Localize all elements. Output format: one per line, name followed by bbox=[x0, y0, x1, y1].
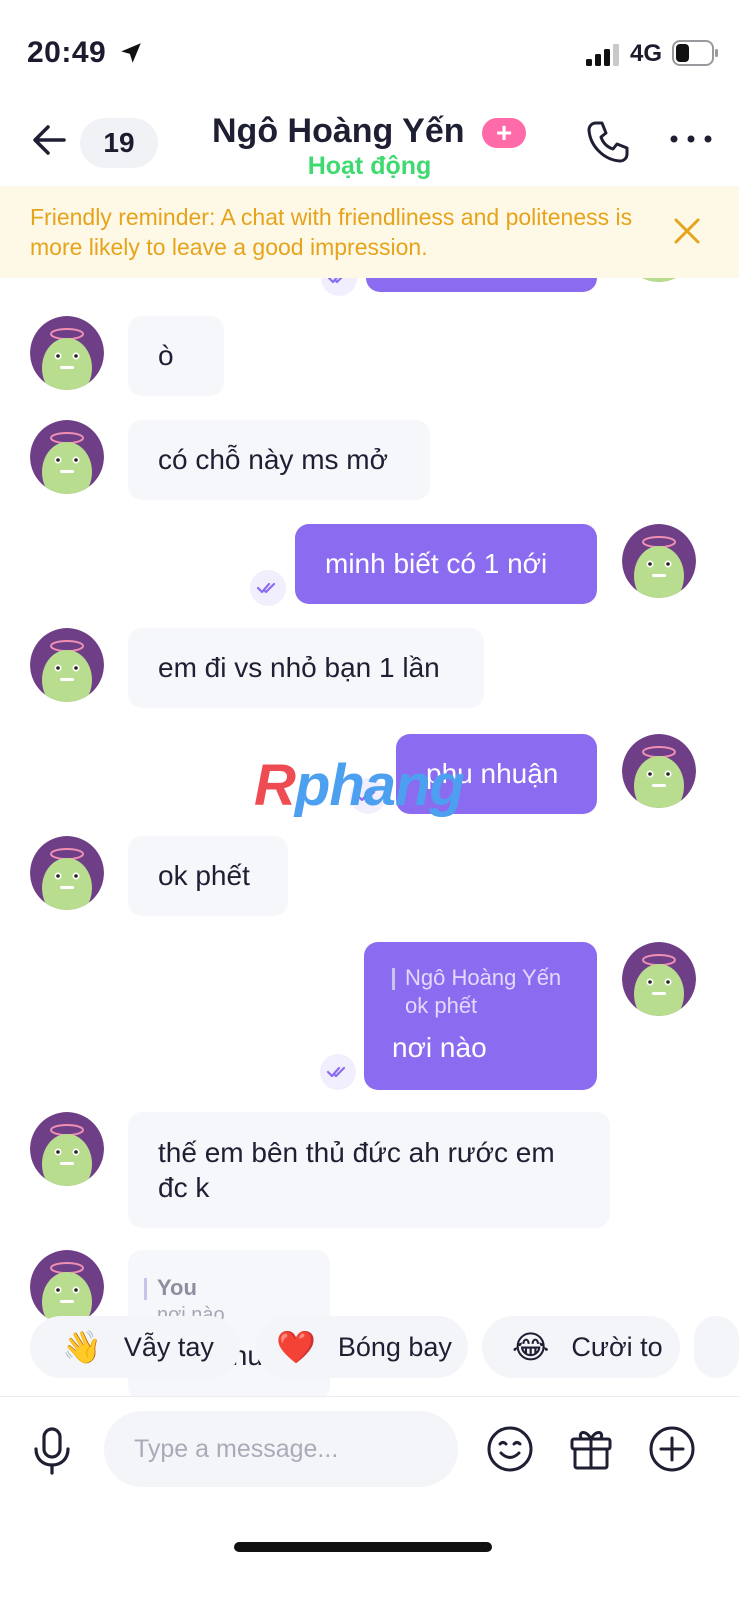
emoji-face-icon[interactable] bbox=[486, 1425, 534, 1473]
quote-block: Ngô Hoàng Yến bbox=[392, 964, 569, 992]
chat-header: 19 Ngô Hoàng Yến + Hoạt động bbox=[0, 104, 739, 186]
avatar[interactable] bbox=[622, 524, 696, 598]
microphone-icon[interactable] bbox=[32, 1427, 72, 1475]
avatar[interactable] bbox=[30, 1112, 104, 1186]
message-text: minh biết có 1 nới bbox=[325, 548, 548, 579]
gift-icon[interactable] bbox=[568, 1425, 614, 1471]
status-time: 20:49 bbox=[27, 36, 107, 69]
message-text: nơi nào bbox=[392, 1032, 487, 1063]
quick-reaction-bar: 👋 Vẫy tay ❤️ Bóng bay 😂 Cười to bbox=[0, 1316, 739, 1378]
reaction-chip-balloon[interactable]: ❤️ Bóng bay bbox=[256, 1316, 468, 1378]
double-check-icon bbox=[320, 1054, 356, 1090]
status-bar: 20:49 4G bbox=[0, 0, 739, 104]
avatar[interactable] bbox=[622, 942, 696, 1016]
reaction-label: Cười to bbox=[571, 1331, 663, 1362]
message-text: có chỗ này ms mở bbox=[158, 444, 388, 475]
message-bubble-in[interactable]: ok phết bbox=[128, 836, 288, 916]
message-text: ok phết bbox=[158, 860, 250, 891]
message-bubble-out[interactable]: minh biết có 1 nới bbox=[295, 524, 597, 604]
quote-author: Ngô Hoàng Yến bbox=[405, 965, 562, 990]
plus-badge: + bbox=[482, 118, 526, 148]
reaction-label: Vẫy tay bbox=[123, 1331, 214, 1362]
avatar[interactable] bbox=[30, 420, 104, 494]
phone-icon[interactable] bbox=[584, 118, 632, 166]
avatar[interactable] bbox=[30, 316, 104, 390]
heart-icon: ❤️ bbox=[276, 1329, 316, 1365]
message-bubble-in[interactable]: ò bbox=[128, 316, 224, 396]
message-list[interactable]: ò có chỗ này ms mở minh biết có 1 nới em… bbox=[0, 278, 739, 1424]
message-bubble-in[interactable]: có chỗ này ms mở bbox=[128, 420, 430, 500]
message-bubble-in[interactable]: thế em bên thủ đức ah rước em đc k bbox=[128, 1112, 610, 1228]
laugh-icon: 😂 bbox=[512, 1329, 550, 1365]
reaction-label: Bóng bay bbox=[337, 1331, 452, 1362]
reaction-chip-wave[interactable]: 👋 Vẫy tay bbox=[30, 1316, 240, 1378]
network-type: 4G bbox=[630, 40, 663, 67]
quote-author: You bbox=[157, 1275, 197, 1300]
message-bubble-out-reply[interactable]: Ngô Hoàng Yến ok phết nơi nào bbox=[364, 942, 597, 1090]
avatar[interactable] bbox=[30, 836, 104, 910]
quote-text: ok phết bbox=[405, 993, 478, 1018]
reaction-chip-laugh[interactable]: 😂 Cười to bbox=[482, 1316, 680, 1378]
friendly-reminder-banner: Friendly reminder: A chat with friendlin… bbox=[0, 186, 739, 278]
more-dots-icon[interactable] bbox=[668, 124, 714, 154]
wave-icon: 👋 bbox=[62, 1329, 102, 1365]
message-text: thế em bên thủ đức ah rước em đc k bbox=[158, 1137, 555, 1203]
home-indicator[interactable] bbox=[234, 1542, 492, 1552]
battery-icon bbox=[672, 40, 718, 66]
double-check-icon bbox=[321, 278, 357, 296]
avatar[interactable] bbox=[30, 628, 104, 702]
location-arrow-icon bbox=[121, 43, 141, 63]
reaction-chip-more[interactable] bbox=[694, 1316, 739, 1378]
signal-icon bbox=[586, 44, 619, 66]
double-check-icon bbox=[250, 570, 286, 606]
message-text: ò bbox=[158, 340, 174, 371]
quote-block: You bbox=[144, 1274, 314, 1302]
message-input[interactable] bbox=[104, 1411, 458, 1487]
message-composer bbox=[0, 1396, 739, 1516]
avatar[interactable] bbox=[30, 1250, 104, 1324]
avatar[interactable] bbox=[622, 734, 696, 808]
message-bubble-in[interactable]: em đi vs nhỏ bạn 1 lần bbox=[128, 628, 484, 708]
message-bubble-out[interactable] bbox=[366, 278, 597, 292]
avatar[interactable] bbox=[622, 278, 696, 282]
watermark-logo: Rphang bbox=[254, 753, 465, 818]
add-circle-icon[interactable] bbox=[648, 1425, 696, 1473]
message-text: em đi vs nhỏ bạn 1 lần bbox=[158, 652, 440, 683]
contact-name[interactable]: Ngô Hoàng Yến bbox=[212, 112, 465, 151]
close-icon[interactable] bbox=[672, 216, 702, 246]
reminder-text: Friendly reminder: A chat with friendlin… bbox=[30, 204, 633, 260]
